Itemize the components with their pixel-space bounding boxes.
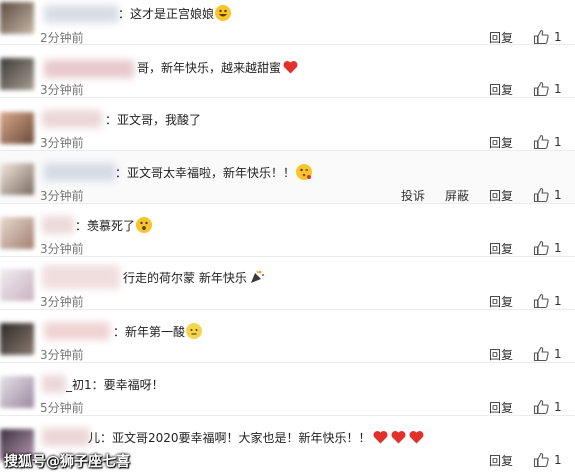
comment-time: 3分钟前 — [40, 83, 84, 97]
thumbs-up-icon — [533, 346, 549, 362]
username[interactable] — [42, 428, 90, 446]
like-button[interactable]: 1 — [533, 187, 573, 205]
thumbs-up-icon — [533, 187, 549, 203]
comment-text: 哥，新年快乐，越来越甜蜜 — [137, 59, 299, 77]
username[interactable] — [42, 110, 102, 128]
like-button[interactable]: 1 — [533, 293, 573, 311]
kissing-face-icon — [296, 164, 313, 180]
like-count: 1 — [554, 400, 562, 414]
comment-time: 3分钟前 — [40, 136, 84, 150]
comment-text: 儿：亚文哥2020要幸福啊！大家也是！新年快乐！！ — [88, 429, 425, 447]
username[interactable] — [42, 216, 74, 234]
comment-time: 3分钟前 — [40, 348, 84, 362]
comment-text: _初1：要幸福呀！ — [66, 378, 164, 392]
comment-item: ：亚文哥，我酸了 3分钟前 回复 1 — [0, 98, 575, 151]
like-button[interactable]: 1 — [533, 399, 573, 417]
username[interactable] — [44, 163, 116, 181]
comment-feed: ：这才是正宫娘娘 2分钟前 回复 1 哥，新年快乐，越来越甜蜜 3分钟前 回复 … — [0, 0, 575, 476]
username[interactable] — [42, 375, 66, 393]
comment-item: _初1：要幸福呀！ 5分钟前 回复 1 — [0, 363, 575, 416]
reply-button[interactable]: 回复 — [489, 453, 513, 469]
like-count: 1 — [554, 82, 562, 96]
avatar[interactable] — [0, 163, 34, 195]
comment-time: 2分钟前 — [40, 31, 84, 45]
like-count: 1 — [554, 188, 562, 202]
like-button[interactable]: 1 — [533, 452, 573, 470]
like-button[interactable]: 1 — [533, 346, 573, 364]
reply-button[interactable]: 回复 — [489, 347, 513, 363]
comment-item: ：羡慕死了 3分钟前 回复 1 — [0, 204, 575, 257]
like-count: 1 — [554, 135, 562, 149]
three-red-hearts-icon — [371, 431, 425, 445]
username[interactable] — [44, 60, 134, 78]
thumbs-up-icon — [533, 240, 549, 256]
username[interactable] — [44, 5, 119, 23]
report-button[interactable]: 投诉 — [401, 188, 425, 204]
block-button[interactable]: 屏蔽 — [445, 188, 469, 204]
comment-item: ：这才是正宫娘娘 2分钟前 回复 1 — [0, 0, 575, 45]
comment-text: ：亚文哥太幸福啦，新年快乐！！ — [115, 164, 313, 182]
reply-button[interactable]: 回复 — [489, 188, 513, 204]
reply-button[interactable]: 回复 — [489, 135, 513, 151]
like-count: 1 — [554, 241, 562, 255]
comment-item: 哥，新年快乐，越来越甜蜜 3分钟前 回复 1 — [0, 45, 575, 98]
thumbs-up-icon — [533, 29, 549, 45]
thumbs-up-icon — [533, 452, 549, 468]
reply-button[interactable]: 回复 — [489, 294, 513, 310]
comment-text: ：新年第一酸 — [113, 323, 203, 341]
reply-button[interactable]: 回复 — [489, 241, 513, 257]
grinning-face-icon — [215, 5, 232, 21]
like-button[interactable]: 1 — [533, 81, 573, 99]
like-button[interactable]: 1 — [533, 240, 573, 258]
comment-time: 3分钟前 — [40, 242, 84, 256]
reply-button[interactable]: 回复 — [489, 400, 513, 416]
comment-item: ：新年第一酸 3分钟前 回复 1 — [0, 310, 575, 363]
reply-button[interactable]: 回复 — [489, 30, 513, 46]
avatar[interactable] — [0, 269, 34, 301]
thumbs-up-icon — [533, 399, 549, 415]
like-count: 1 — [554, 347, 562, 361]
watermark: 搜狐号@狮子座七喜 — [4, 454, 130, 470]
like-count: 1 — [554, 453, 562, 467]
thumbs-up-icon — [533, 293, 549, 309]
avatar[interactable] — [0, 323, 34, 355]
avatar[interactable] — [0, 376, 34, 408]
astonished-face-icon — [136, 217, 153, 233]
comment-time: 3分钟前 — [40, 189, 84, 203]
comment-text: 行走的荷尔蒙 新年快乐 — [123, 269, 265, 287]
comment-item: 行走的荷尔蒙 新年快乐 3分钟前 回复 1 — [0, 257, 575, 310]
comment-time: 5分钟前 — [40, 401, 84, 415]
avatar[interactable] — [0, 112, 34, 144]
avatar[interactable] — [0, 217, 34, 249]
comment-item: ：亚文哥太幸福啦，新年快乐！！ 3分钟前 投诉 屏蔽 回复 1 — [0, 151, 575, 204]
like-count: 1 — [554, 30, 562, 44]
username[interactable] — [42, 265, 120, 289]
thumbs-up-icon — [533, 134, 549, 150]
comment-text: ：亚文哥，我酸了 — [105, 113, 202, 127]
comment-text: ：羡慕死了 — [75, 217, 153, 235]
reply-button[interactable]: 回复 — [489, 82, 513, 98]
username[interactable] — [44, 322, 110, 340]
thumbs-up-icon — [533, 81, 549, 97]
like-count: 1 — [554, 294, 562, 308]
avatar[interactable] — [0, 58, 34, 90]
lemon-face-icon — [186, 323, 203, 339]
red-heart-icon — [283, 61, 298, 74]
party-popper-icon — [250, 270, 264, 283]
avatar[interactable] — [0, 2, 34, 34]
comment-text: ：这才是正宫娘娘 — [118, 5, 232, 23]
like-button[interactable]: 1 — [533, 134, 573, 152]
comment-time: 3分钟前 — [40, 295, 84, 309]
